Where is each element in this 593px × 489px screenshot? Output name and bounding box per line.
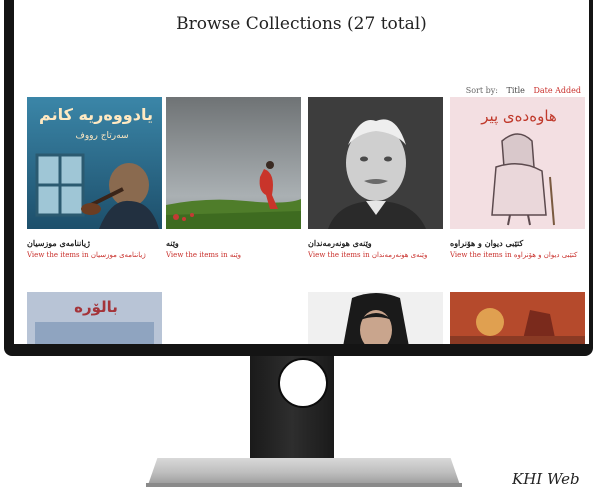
monitor-stand-base bbox=[148, 458, 460, 485]
portrait-photo bbox=[308, 97, 443, 229]
collection-title[interactable]: ژیاننامەی موزسیان bbox=[27, 238, 162, 248]
collection-thumbnail[interactable] bbox=[308, 292, 443, 344]
sort-option-date-added[interactable]: Date Added bbox=[533, 86, 581, 95]
collection-card[interactable]: یادووەریە کانم سەرتاج رووف ژیاننامەی موز… bbox=[27, 97, 162, 259]
sort-bar: Sort by: Title Date Added bbox=[460, 86, 581, 95]
cover-heading: هاوەدەی پیر bbox=[481, 107, 557, 125]
collection-card[interactable]: وێنەی هونەرمەندان View the items in وێنە… bbox=[308, 97, 443, 259]
monitor-screen: Browse Collections (27 total) Sort by: T… bbox=[14, 0, 589, 344]
collection-thumbnail[interactable] bbox=[308, 97, 443, 229]
collection-card[interactable]: وێنە View the items in وێنە bbox=[166, 97, 301, 259]
collection-link[interactable]: View the items in وێنە bbox=[166, 251, 301, 259]
cover-heading: یادووەریە کانم bbox=[39, 105, 153, 124]
collection-link[interactable]: View the items in کتێبی دیوان و هۆنراوە bbox=[450, 251, 585, 259]
painting-image bbox=[450, 292, 585, 344]
collection-link[interactable]: View the items in وێنەی هونەرمەندان bbox=[308, 251, 443, 259]
collection-thumbnail[interactable]: هاوەدەی پیر bbox=[450, 97, 585, 229]
landscape-photo bbox=[166, 97, 301, 229]
collection-thumbnail[interactable]: یادووەریە کانم سەرتاج رووف bbox=[27, 97, 162, 229]
collection-title[interactable]: کتێبی دیوان و هۆنراوە bbox=[450, 238, 585, 248]
sort-label: Sort by: bbox=[465, 86, 498, 95]
page-title: Browse Collections (27 total) bbox=[176, 14, 427, 34]
collection-title[interactable]: وێنەی هونەرمەندان bbox=[308, 238, 443, 248]
cover-author: سەرتاج رووف bbox=[75, 131, 129, 141]
collection-title[interactable]: وێنە bbox=[166, 238, 301, 248]
sort-option-title[interactable]: Title bbox=[506, 86, 524, 95]
collection-card[interactable]: هاوەدەی پیر کتێبی دیوان و هۆنراوە View t… bbox=[450, 97, 585, 259]
portrait-photo bbox=[308, 292, 443, 344]
caption-text: KHI Web bbox=[512, 470, 580, 488]
collection-thumbnail[interactable] bbox=[450, 292, 585, 344]
collection-thumbnail[interactable] bbox=[166, 97, 301, 229]
collection-thumbnail[interactable]: بالۆرە bbox=[27, 292, 162, 344]
cover-heading: بالۆرە bbox=[74, 298, 118, 316]
collection-link[interactable]: View the items in ژیاننامەی موزسیان bbox=[27, 251, 162, 259]
monitor-stand-base-edge bbox=[146, 483, 462, 487]
stand-cable-hole bbox=[278, 358, 328, 408]
